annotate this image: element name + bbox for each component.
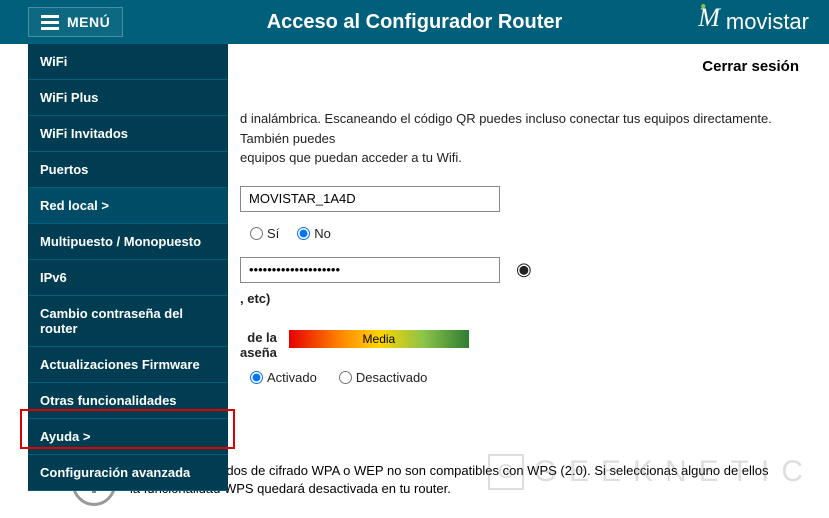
sidebar-item-wifi[interactable]: WiFi <box>28 44 228 80</box>
sidebar-item-puertos[interactable]: Puertos <box>28 152 228 188</box>
sidebar-item-wifi-plus[interactable]: WiFi Plus <box>28 80 228 116</box>
menu-button[interactable]: MENÚ <box>28 7 123 37</box>
brand-m-icon: M● <box>698 3 720 33</box>
hide-ssid-radios: Sí No <box>250 226 799 241</box>
strength-label: de la aseña <box>240 330 277 360</box>
sidebar-item-red-local[interactable]: Red local > <box>28 188 228 224</box>
hamburger-icon <box>41 15 59 30</box>
sidebar-item-actualizaciones[interactable]: Actualizaciones Firmware <box>28 347 228 383</box>
etc-label: , etc) <box>240 291 799 306</box>
password-input[interactable] <box>240 257 500 283</box>
sidebar-item-multipuesto[interactable]: Multipuesto / Monopuesto <box>28 224 228 260</box>
radio-desactivado[interactable]: Desactivado <box>339 370 428 385</box>
sidebar-item-config-avanzada[interactable]: Configuración avanzada <box>28 455 228 491</box>
sidebar-item-wifi-invitados[interactable]: WiFi Invitados <box>28 116 228 152</box>
sidebar-menu: WiFi WiFi Plus WiFi Invitados Puertos Re… <box>28 44 228 491</box>
logout-link[interactable]: Cerrar sesión <box>702 58 799 75</box>
sidebar-item-ayuda[interactable]: Ayuda > <box>28 419 228 455</box>
menu-label: MENÚ <box>67 14 110 30</box>
sidebar-item-ipv6[interactable]: IPv6 <box>28 260 228 296</box>
description-text: d inalámbrica. Escaneando el código QR p… <box>240 109 799 168</box>
page-title: Acceso al Configurador Router <box>267 11 563 34</box>
ssid-row <box>240 186 799 212</box>
eye-icon[interactable]: ◉ <box>516 259 532 280</box>
strength-bar: Media <box>289 330 469 348</box>
sidebar-item-cambio-contrasena[interactable]: Cambio contraseña del router <box>28 296 228 347</box>
ssid-input[interactable] <box>240 186 500 212</box>
sidebar-item-otras[interactable]: Otras funcionalidades <box>28 383 228 419</box>
header-bar: MENÚ Acceso al Configurador Router M● mo… <box>0 0 829 44</box>
brand-logo: M● movistar <box>698 7 809 37</box>
radio-si[interactable]: Sí <box>250 226 279 241</box>
radio-no[interactable]: No <box>297 226 331 241</box>
radio-activado[interactable]: Activado <box>250 370 317 385</box>
strength-section: de la aseña Media <box>240 330 799 360</box>
brand-text: movistar <box>726 9 809 35</box>
wps-radios: Activado Desactivado <box>250 370 799 385</box>
password-row: ◉ <box>240 257 799 283</box>
